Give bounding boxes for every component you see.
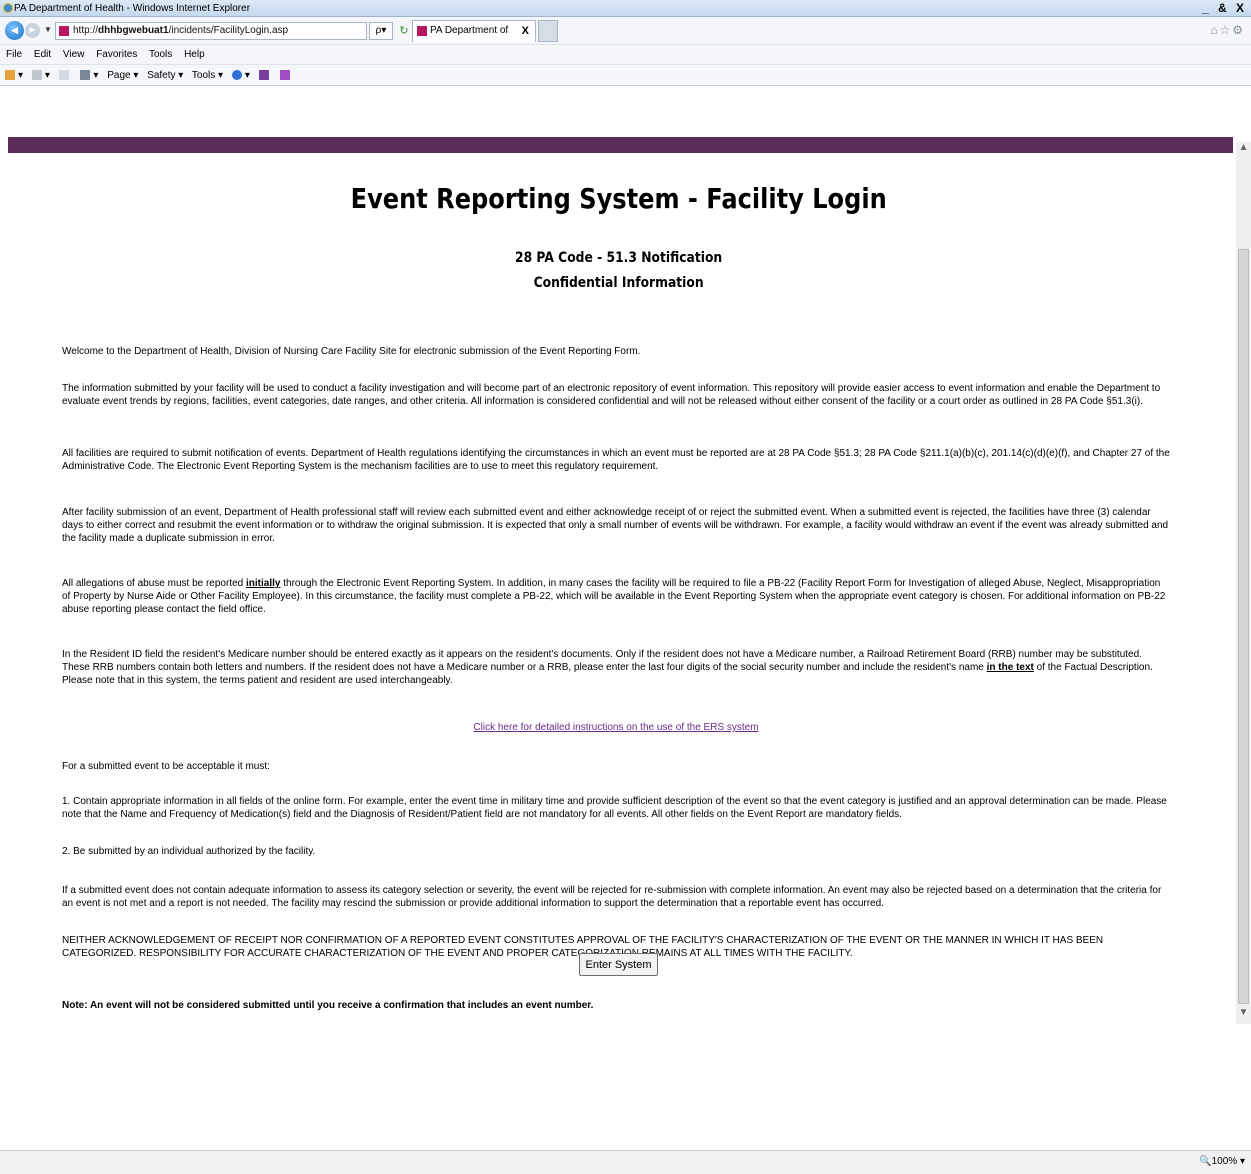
menu-favorites[interactable]: Favorites xyxy=(96,49,137,60)
submission-review-paragraph: After facility submission of an event, D… xyxy=(62,507,1169,544)
help-icon[interactable]: ▾ xyxy=(231,70,250,81)
resident-text-a: In the Resident ID field the resident's … xyxy=(62,649,1142,673)
window-title: PA Department of Health - Windows Intern… xyxy=(14,3,251,14)
mail-icon[interactable] xyxy=(58,70,72,81)
menu-view[interactable]: View xyxy=(63,49,85,60)
safety-menu[interactable]: Safety ▾ xyxy=(147,70,183,81)
abuse-text-a: All allegations of abuse must be reporte… xyxy=(62,578,246,589)
scroll-up-arrow-icon[interactable]: ▲ xyxy=(1236,142,1251,157)
back-arrow-icon[interactable]: ◄ xyxy=(5,21,24,40)
address-bar-row: ◄ ► ▼ http://dhhbgwebuat1/incidents/Faci… xyxy=(0,17,1251,56)
information-paragraph: The information submitted by your facili… xyxy=(62,383,1161,407)
command-bar: ▾ ▾ ▾ Page ▾ Safety ▾ Tools ▾ ▾ xyxy=(0,64,1251,86)
tools-menu[interactable]: Tools ▾ xyxy=(192,70,223,81)
tab-favicon-icon xyxy=(417,26,427,36)
gear-icon[interactable]: ⚙ xyxy=(1232,23,1245,37)
forward-arrow-icon[interactable]: ► xyxy=(25,23,40,38)
status-bar: 🔍100% ▾ xyxy=(0,1150,1251,1174)
search-dropdown-icon[interactable]: ρ▾ xyxy=(369,22,393,40)
page-subtitle-notification: 28 PA Code - 51.3 Notification xyxy=(514,250,723,266)
enter-system-button[interactable]: Enter System xyxy=(579,953,658,976)
tab-close-icon[interactable]: X xyxy=(522,21,529,41)
new-tab-button[interactable] xyxy=(538,20,558,42)
zoom-level: 100% xyxy=(1211,1156,1238,1167)
window-title-bar: PA Department of Health - Windows Intern… xyxy=(0,0,1251,17)
menu-file[interactable]: File xyxy=(6,49,22,60)
instructions-link[interactable]: Click here for detailed instructions on … xyxy=(473,722,758,733)
url-host: dhhbgwebuat1 xyxy=(98,25,169,36)
site-favicon-icon xyxy=(59,26,69,36)
page-menu[interactable]: Page ▾ xyxy=(107,70,138,81)
menu-bar: File Edit View Favorites Tools Help xyxy=(0,44,1251,64)
url-prefix: http:// xyxy=(73,25,99,36)
requirements-paragraph: All facilities are required to submit no… xyxy=(62,448,1170,472)
abuse-reporting-paragraph: All allegations of abuse must be reporte… xyxy=(62,577,1170,616)
home-menu-icon[interactable]: ▾ xyxy=(5,70,23,81)
criteria-item-1: 1. Contain appropriate information in al… xyxy=(62,796,1167,820)
internet-explorer-icon xyxy=(3,3,13,13)
vertical-scrollbar[interactable]: ▲ ▼ xyxy=(1236,142,1251,1024)
abuse-emphasis: initially xyxy=(246,578,281,589)
menu-tools[interactable]: Tools xyxy=(149,49,172,60)
submission-note: Note: An event will not be considered su… xyxy=(62,1000,594,1011)
menu-help[interactable]: Help xyxy=(184,49,205,60)
onenote-icon[interactable] xyxy=(258,70,272,81)
scroll-thumb[interactable] xyxy=(1238,249,1249,1004)
onenote-linked-icon[interactable] xyxy=(280,70,293,81)
tab-pa-department-of-health[interactable]: PA Department of Health X xyxy=(412,20,536,56)
resident-emphasis: in the text xyxy=(986,662,1034,673)
zoom-icon: 🔍 xyxy=(1199,1156,1212,1167)
criteria-item-2: 2. Be submitted by an individual authori… xyxy=(62,846,316,857)
site-header-band xyxy=(8,137,1233,153)
welcome-paragraph: Welcome to the Department of Health, Div… xyxy=(62,346,641,357)
feeds-icon[interactable]: ▾ xyxy=(31,70,50,81)
rejection-paragraph: If a submitted event does not contain ad… xyxy=(62,885,1162,909)
refresh-icon[interactable]: ↻ xyxy=(396,22,412,40)
url-field[interactable]: http://dhhbgwebuat1/incidents/FacilityLo… xyxy=(55,22,367,40)
page-subtitle-confidential: Confidential Information xyxy=(533,275,704,291)
url-path: /incidents/FacilityLogin.asp xyxy=(168,25,289,36)
history-dropdown-icon[interactable]: ▼ xyxy=(44,25,52,34)
scroll-down-arrow-icon[interactable]: ▼ xyxy=(1236,1007,1251,1022)
favorites-star-icon[interactable]: ☆ xyxy=(1219,23,1232,37)
print-icon[interactable]: ▾ xyxy=(80,70,98,81)
acceptable-criteria-heading: For a submitted event to be acceptable i… xyxy=(62,761,270,772)
resident-id-paragraph: In the Resident ID field the resident's … xyxy=(62,648,1170,687)
window-controls[interactable]: _ & X xyxy=(1202,0,1247,17)
menu-edit[interactable]: Edit xyxy=(34,49,51,60)
page-title: Event Reporting System - Facility Login xyxy=(350,182,887,215)
